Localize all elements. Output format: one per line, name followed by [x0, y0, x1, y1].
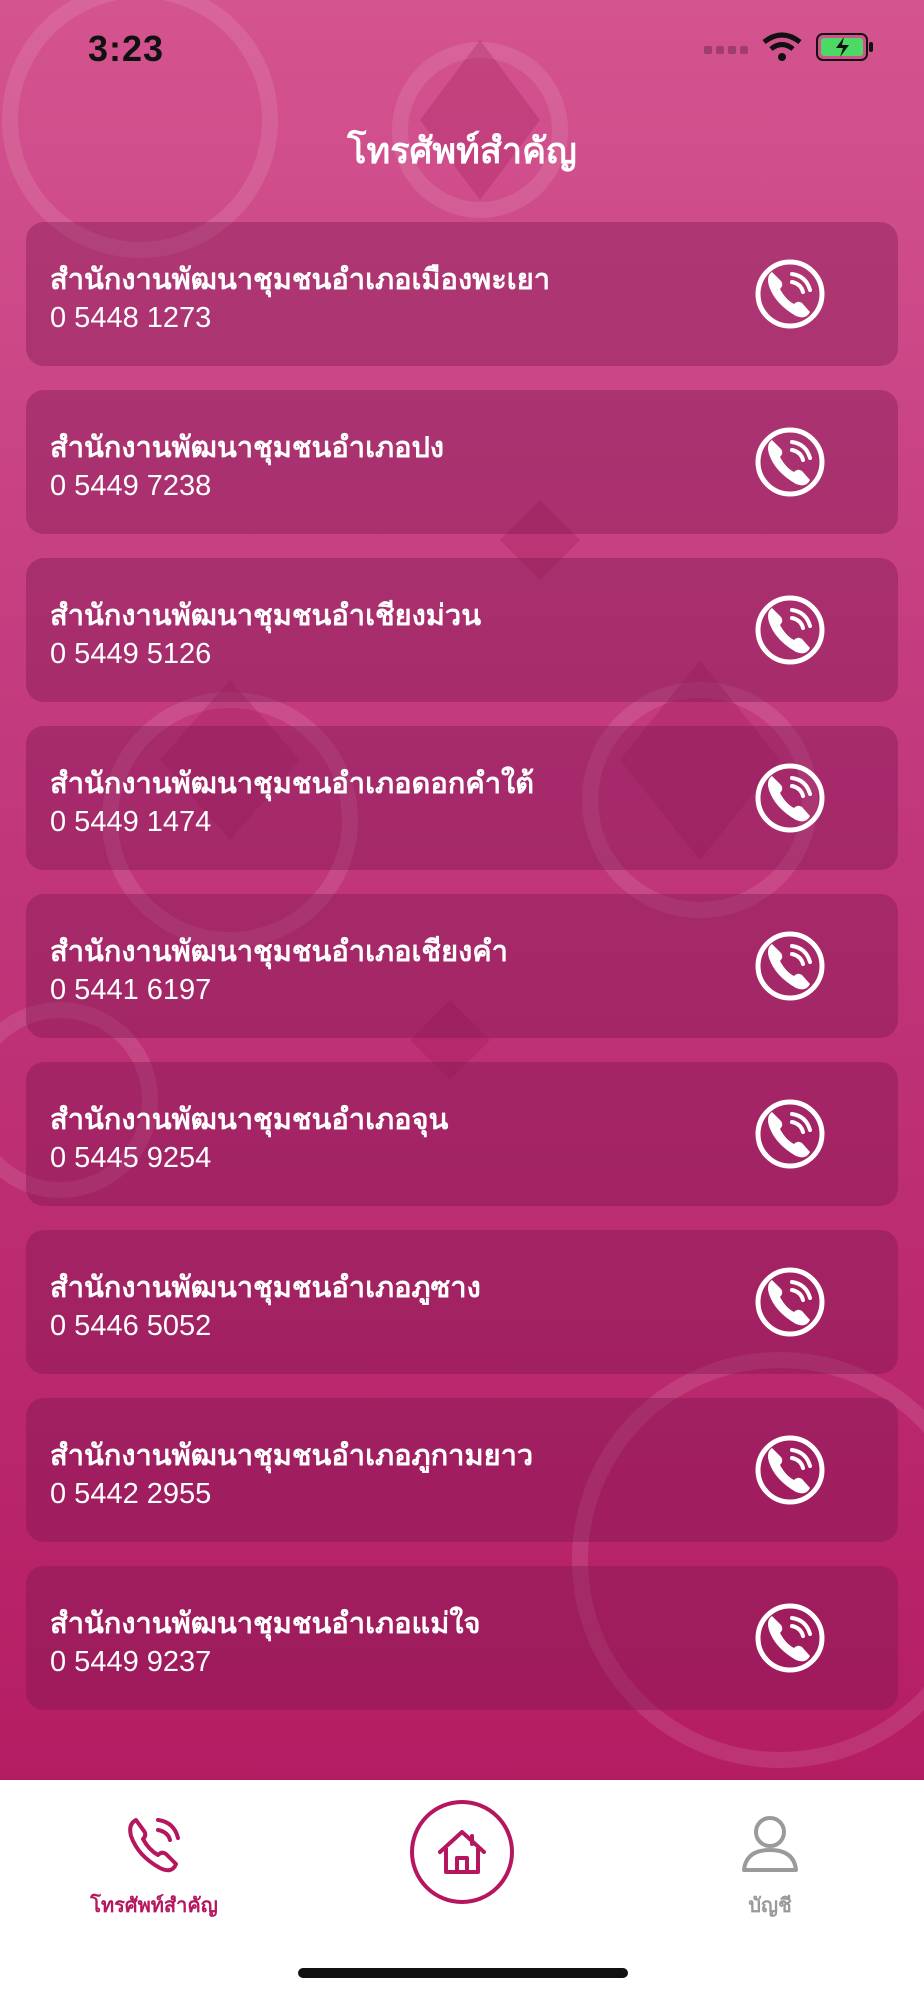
contact-card[interactable]: สำนักงานพัฒนาชุมชนอำเภอเชียงคำ 0 5441 61…: [26, 894, 898, 1038]
contact-phone: 0 5448 1273: [50, 302, 212, 334]
page-title: โทรศัพท์สำคัญ: [347, 130, 577, 171]
contact-name: สำนักงานพัฒนาชุมชนอำเภอแม่ใจ: [50, 1608, 481, 1640]
contact-phone: 0 5441 6197: [50, 974, 212, 1006]
status-bar: 3:23: [0, 0, 924, 100]
phone-call-icon[interactable]: [752, 256, 828, 332]
home-indicator: [298, 1968, 628, 1978]
contact-name: สำนักงานพัฒนาชุมชนอำเภอเชียงคำ: [50, 936, 508, 968]
phone-call-icon[interactable]: [752, 1096, 828, 1172]
contact-card[interactable]: สำนักงานพัฒนาชุมชนอำเชียงม่วน 0 5449 512…: [26, 558, 898, 702]
phone-call-icon: [128, 1818, 180, 1873]
contact-phone: 0 5449 5126: [50, 638, 212, 670]
battery-charging-icon: [816, 33, 873, 61]
contact-phone: 0 5446 5052: [50, 1310, 212, 1342]
phone-call-icon[interactable]: [752, 928, 828, 1004]
tab-phone-label: โทรศัพท์สำคัญ: [90, 1895, 218, 1917]
contact-list: สำนักงานพัฒนาชุมชนอำเภอเมืองพะเยา 0 5448…: [26, 222, 898, 1734]
tab-account-label: บัญชี: [748, 1895, 792, 1917]
cellular-signal-icon: [704, 46, 748, 54]
phone-call-icon[interactable]: [752, 592, 828, 668]
contact-card[interactable]: สำนักงานพัฒนาชุมชนอำเภอภูซาง 0 5446 5052: [26, 1230, 898, 1374]
contact-card[interactable]: สำนักงานพัฒนาชุมชนอำเภอปง 0 5449 7238: [26, 390, 898, 534]
home-icon: [438, 1830, 486, 1874]
phone-call-icon[interactable]: [752, 1432, 828, 1508]
contact-card[interactable]: สำนักงานพัฒนาชุมชนอำเภอดอกคำใต้ 0 5449 1…: [26, 726, 898, 870]
home-button[interactable]: [410, 1800, 514, 1904]
tab-phone[interactable]: โทรศัพท์สำคัญ: [54, 1808, 254, 1921]
contact-phone: 0 5449 1474: [50, 806, 212, 838]
contact-name: สำนักงานพัฒนาชุมชนอำเภอดอกคำใต้: [50, 768, 534, 800]
phone-call-icon[interactable]: [752, 1600, 828, 1676]
contact-name: สำนักงานพัฒนาชุมชนอำเภอปง: [50, 432, 445, 464]
tab-account[interactable]: บัญชี: [670, 1808, 870, 1921]
contact-phone: 0 5445 9254: [50, 1142, 212, 1174]
contact-name: สำนักงานพัฒนาชุมชนอำเภอจุน: [50, 1104, 449, 1136]
wifi-icon: [762, 32, 802, 61]
phone-call-icon[interactable]: [752, 760, 828, 836]
contact-card[interactable]: สำนักงานพัฒนาชุมชนอำเภอภูกามยาว 0 5442 2…: [26, 1398, 898, 1542]
contact-name: สำนักงานพัฒนาชุมชนอำเภอภูกามยาว: [50, 1440, 534, 1472]
contact-card[interactable]: สำนักงานพัฒนาชุมชนอำเภอเมืองพะเยา 0 5448…: [26, 222, 898, 366]
contact-card[interactable]: สำนักงานพัฒนาชุมชนอำเภอแม่ใจ 0 5449 9237: [26, 1566, 898, 1710]
user-icon: [742, 1816, 798, 1872]
contact-phone: 0 5449 7238: [50, 470, 212, 502]
contact-phone: 0 5449 9237: [50, 1646, 212, 1678]
contact-card[interactable]: สำนักงานพัฒนาชุมชนอำเภอจุน 0 5445 9254: [26, 1062, 898, 1206]
contact-phone: 0 5442 2955: [50, 1478, 212, 1510]
status-time: 3:23: [88, 28, 165, 69]
contact-name: สำนักงานพัฒนาชุมชนอำเภอภูซาง: [50, 1272, 481, 1304]
screen-background: 3:23 โทรศัพท์สำคัญ สำนักงานพัฒนาชุมชนอำเ…: [0, 0, 924, 1780]
tab-bar: โทรศัพท์สำคัญ บัญชี: [0, 1780, 924, 2000]
contact-name: สำนักงานพัฒนาชุมชนอำเชียงม่วน: [50, 600, 482, 632]
contact-name: สำนักงานพัฒนาชุมชนอำเภอเมืองพะเยา: [50, 264, 550, 296]
phone-call-icon[interactable]: [752, 424, 828, 500]
phone-call-icon[interactable]: [752, 1264, 828, 1340]
